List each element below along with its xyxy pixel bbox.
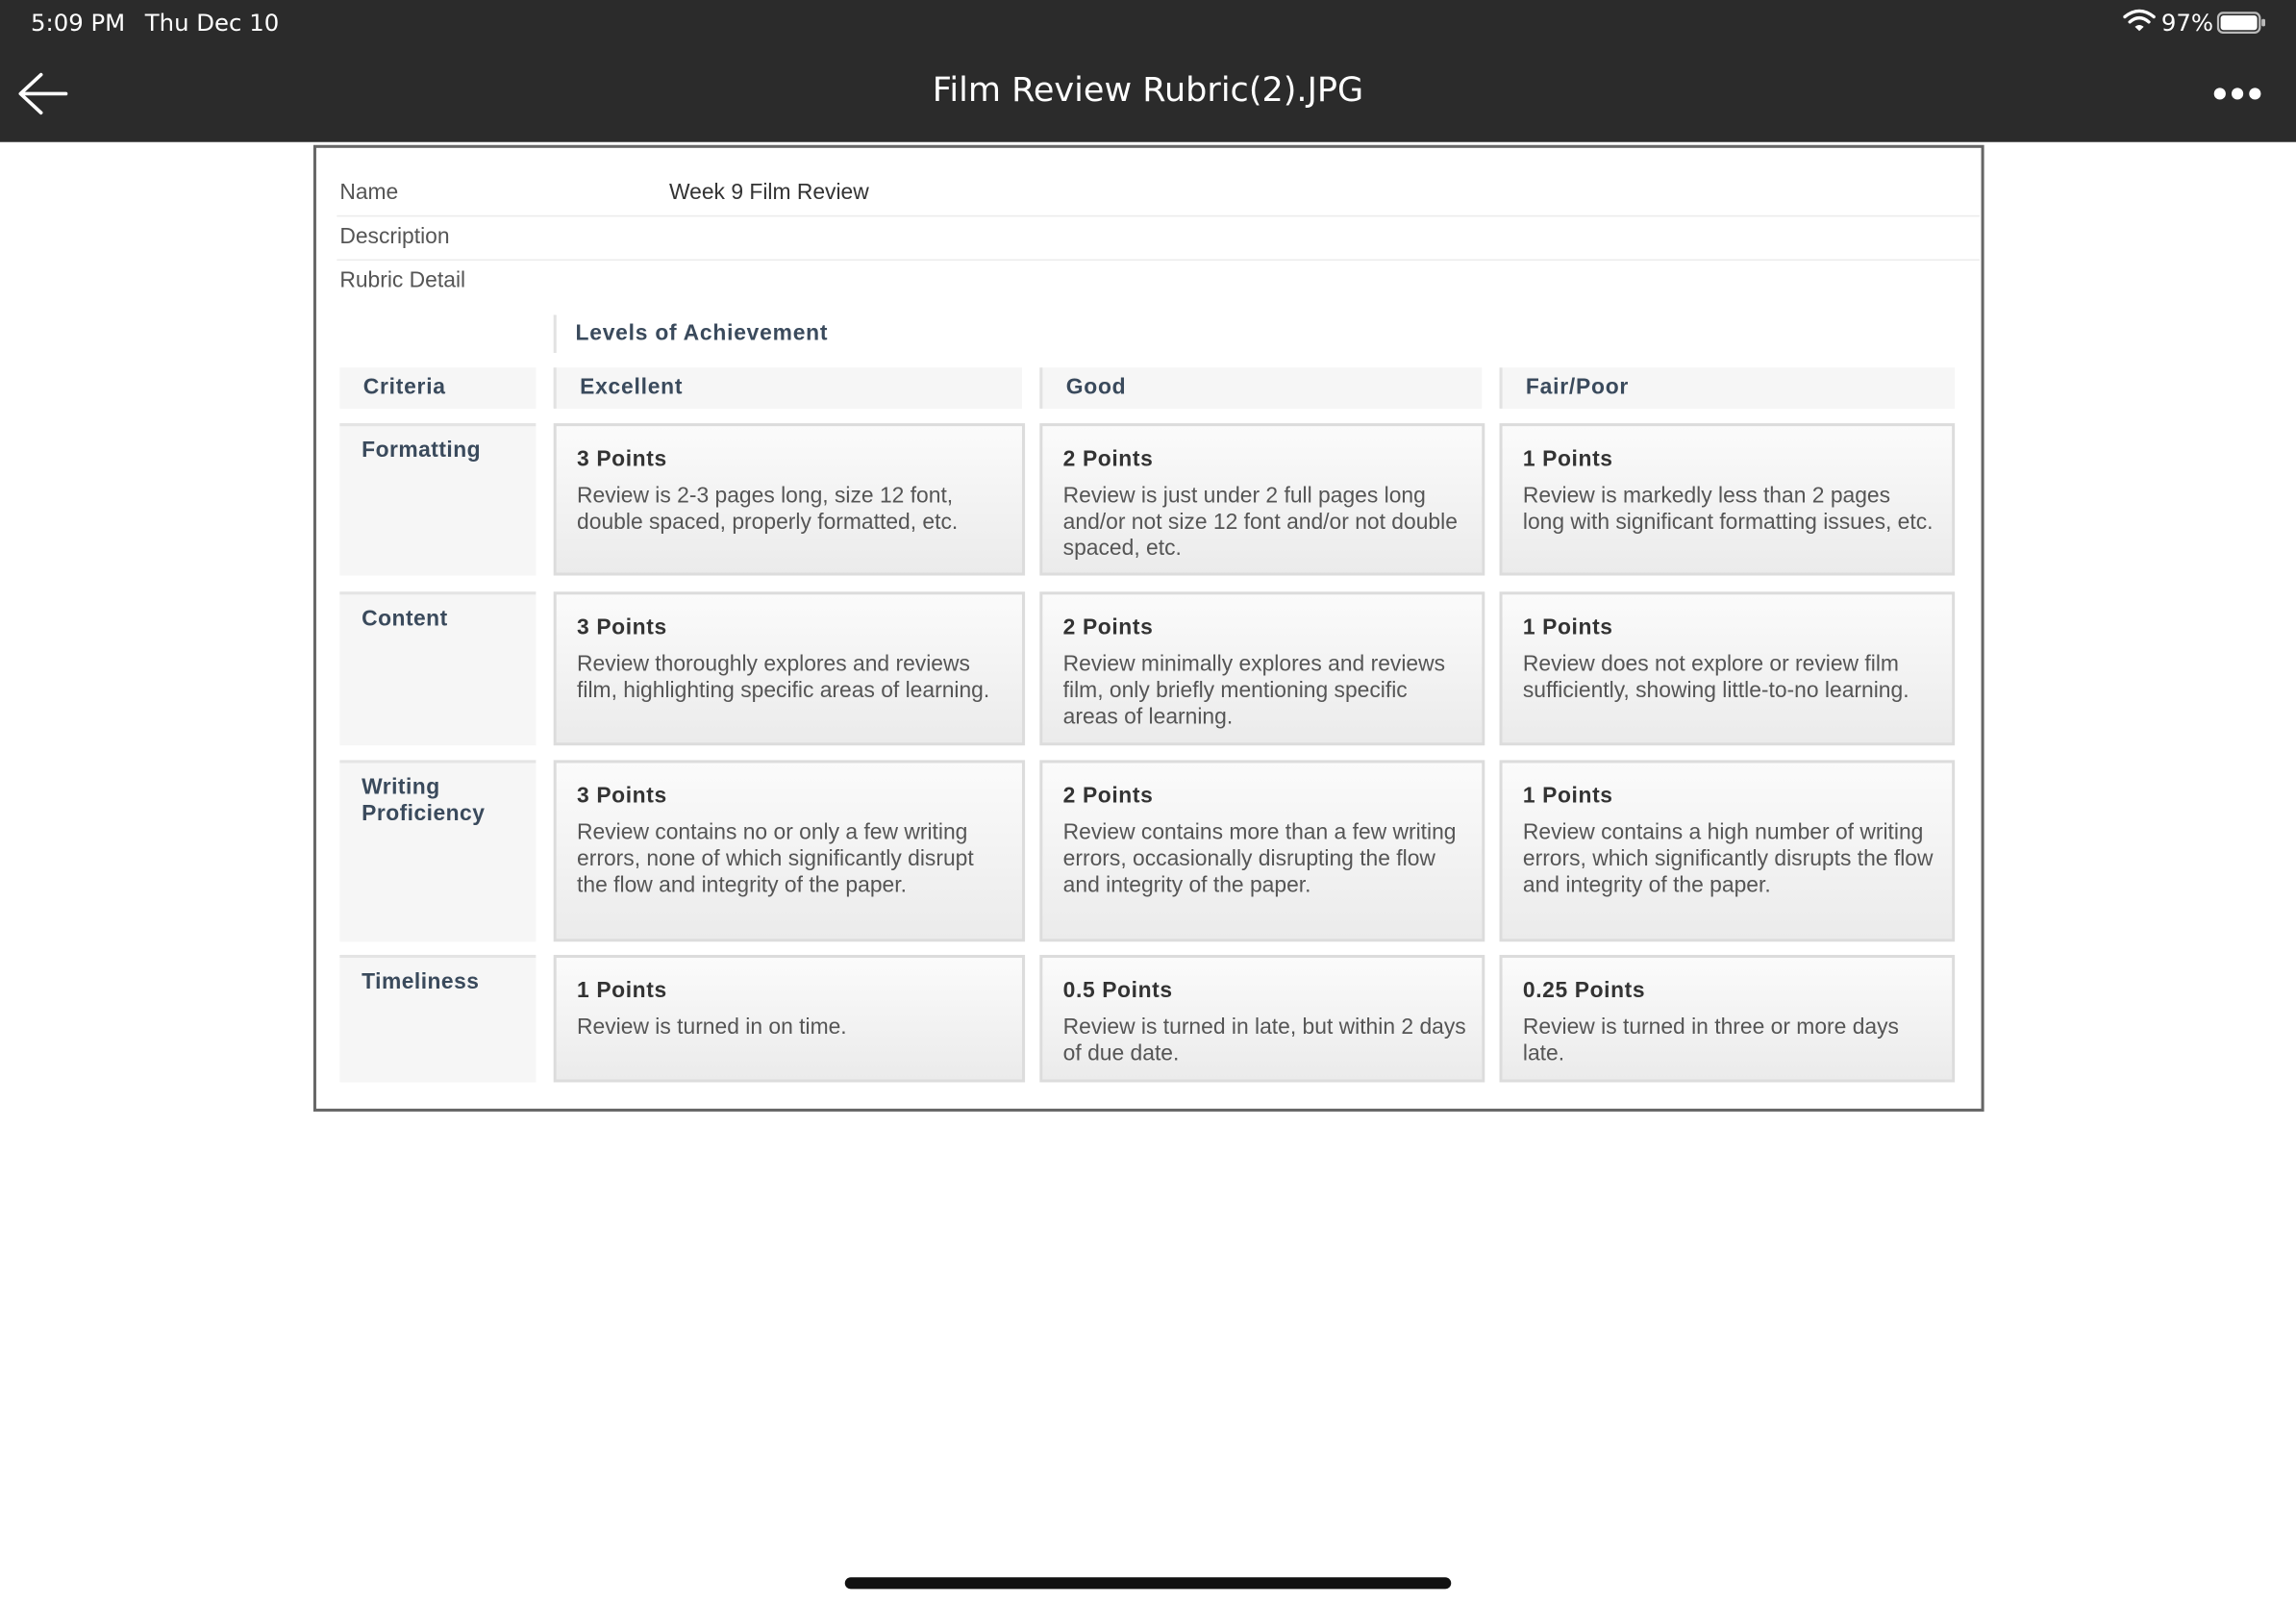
- home-indicator[interactable]: [844, 1577, 1452, 1590]
- rubric-image: Name Week 9 Film Review Description Rubr…: [312, 144, 1984, 1112]
- level-header-excellent: Excellent: [553, 367, 1023, 409]
- levels-title: Levels of Achievement: [575, 320, 829, 346]
- cell-points: 3 Points: [577, 446, 667, 472]
- cell-description: Review minimally explores and reviews fi…: [1062, 651, 1446, 730]
- cell-description: Review is turned in on time.: [577, 1015, 847, 1040]
- rubric-cell: 1 Points Review contains a high number o…: [1499, 760, 1956, 942]
- cell-points: 1 Points: [577, 978, 667, 1004]
- ellipsis-icon[interactable]: [2209, 79, 2267, 108]
- wifi-icon: [2123, 9, 2156, 32]
- criterion-timeliness: Timeliness: [339, 954, 537, 1083]
- cell-description: Review is 2-3 pages long, size 12 font, …: [577, 483, 959, 535]
- criteria-header: Criteria: [339, 367, 537, 409]
- name-value: Week 9 Film Review: [668, 180, 869, 206]
- cell-points: 2 Points: [1062, 446, 1154, 472]
- status-date: Thu Dec 10: [144, 9, 280, 38]
- cell-points: 3 Points: [577, 783, 667, 809]
- screen: 5:09 PM Thu Dec 10 97% Film Review Rubri…: [0, 0, 2296, 1604]
- rubric-cell: 2 Points Review is just under 2 full pag…: [1039, 423, 1485, 576]
- top-bar: 5:09 PM Thu Dec 10 97% Film Review Rubri…: [0, 0, 2296, 142]
- rubric-cell: 3 Points Review thoroughly explores and …: [553, 591, 1026, 746]
- status-time: 5:09 PM: [30, 9, 126, 38]
- name-label: Name: [339, 180, 399, 206]
- cell-description: Review does not explore or review film s…: [1522, 651, 1909, 704]
- rubric-cell: 0.5 Points Review is turned in late, but…: [1039, 954, 1485, 1083]
- cell-points: 1 Points: [1522, 783, 1613, 809]
- cell-points: 0.25 Points: [1522, 978, 1646, 1004]
- cell-description: Review is just under 2 full pages long a…: [1062, 483, 1458, 562]
- rubric-cell: 1 Points Review is turned in on time.: [553, 954, 1026, 1083]
- cell-description: Review contains a high number of writing…: [1522, 819, 1934, 898]
- rubric-detail-label: Rubric Detail: [339, 267, 466, 293]
- rubric-cell: 2 Points Review contains more than a few…: [1039, 760, 1485, 942]
- rubric-cell: 1 Points Review is markedly less than 2 …: [1499, 423, 1956, 576]
- description-label: Description: [339, 224, 450, 249]
- criterion-writing-proficiency: Writing Proficiency: [339, 760, 537, 942]
- cell-points: 2 Points: [1062, 614, 1154, 640]
- battery-icon: [2216, 12, 2266, 35]
- divider: [553, 314, 557, 354]
- level-header-fair-poor: Fair/Poor: [1499, 367, 1956, 409]
- cell-description: Review thoroughly explores and reviews f…: [577, 651, 990, 704]
- cell-points: 1 Points: [1522, 614, 1613, 640]
- divider: [337, 214, 1981, 217]
- rubric-cell: 3 Points Review is 2-3 pages long, size …: [553, 423, 1026, 576]
- document-title: Film Review Rubric(2).JPG: [932, 71, 1364, 111]
- divider: [337, 259, 1981, 262]
- level-header-good: Good: [1039, 367, 1483, 409]
- cell-description: Review contains more than a few writing …: [1062, 819, 1457, 898]
- cell-description: Review contains no or only a few writing…: [577, 819, 974, 898]
- rubric-cell: 1 Points Review does not explore or revi…: [1499, 591, 1956, 746]
- cell-description: Review is turned in late, but within 2 d…: [1062, 1015, 1466, 1066]
- battery-percent: 97%: [2160, 9, 2214, 38]
- cell-points: 2 Points: [1062, 783, 1154, 809]
- cell-points: 0.5 Points: [1062, 978, 1173, 1004]
- cell-description: Review is markedly less than 2 pages lon…: [1522, 483, 1934, 535]
- rubric-cell: 2 Points Review minimally explores and r…: [1039, 591, 1485, 746]
- cell-description: Review is turned in three or more days l…: [1522, 1015, 1899, 1066]
- criterion-formatting: Formatting: [339, 423, 537, 576]
- cell-points: 3 Points: [577, 614, 667, 640]
- cell-points: 1 Points: [1522, 446, 1613, 472]
- rubric-cell: 0.25 Points Review is turned in three or…: [1499, 954, 1956, 1083]
- rubric-cell: 3 Points Review contains no or only a fe…: [553, 760, 1026, 942]
- criterion-content: Content: [339, 591, 537, 746]
